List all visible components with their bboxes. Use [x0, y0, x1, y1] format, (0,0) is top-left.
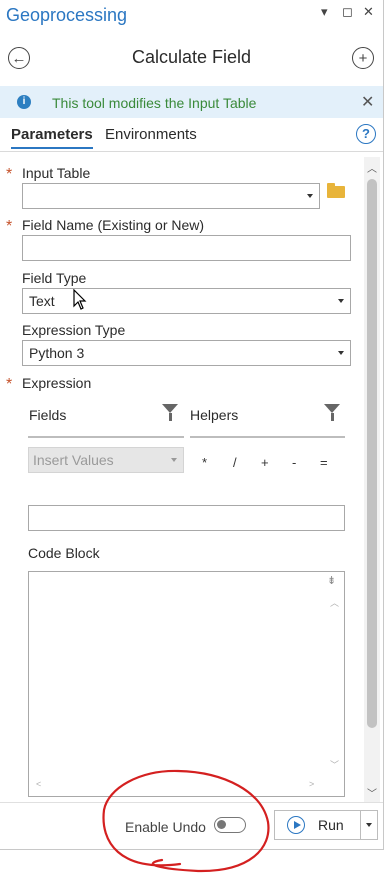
footer-divider — [0, 802, 383, 803]
info-close-icon[interactable]: ✕ — [361, 92, 374, 112]
chevron-down-icon — [338, 351, 344, 355]
code-scroll-up-icon[interactable]: ︿ — [330, 596, 339, 609]
play-icon — [287, 816, 305, 834]
expression-input[interactable] — [28, 505, 345, 531]
code-block-label: Code Block — [28, 545, 100, 561]
tool-title: Calculate Field — [131, 47, 252, 67]
scroll-up-icon[interactable]: ︿ — [367, 160, 377, 175]
expression-type-label: Expression Type — [22, 322, 126, 338]
operator-multiply[interactable]: * — [202, 455, 207, 470]
fields-label: Fields — [29, 407, 67, 423]
input-table-label: Input Table — [22, 165, 91, 181]
operator-minus[interactable]: - — [292, 455, 296, 470]
info-message: This tool modifies the Input Table — [52, 95, 257, 111]
help-icon[interactable]: ? — [356, 124, 376, 144]
required-marker-icon: * — [6, 218, 13, 235]
tab-divider — [0, 151, 383, 152]
chevron-down-icon — [366, 823, 372, 827]
pane-title: Geoprocessing — [6, 5, 128, 25]
helpers-list-divider — [190, 436, 345, 438]
code-scroll-right-icon[interactable]: > — [309, 779, 314, 789]
code-scroll-down-icon[interactable]: ﹀ — [330, 758, 339, 771]
tab-parameters[interactable]: Parameters — [11, 126, 93, 149]
expression-type-value: Python 3 — [29, 345, 85, 361]
code-block-editor[interactable] — [28, 571, 345, 797]
toggle-knob — [217, 820, 226, 829]
run-options-button[interactable] — [360, 810, 378, 840]
split-editor-icon[interactable]: ⇟ — [327, 574, 336, 587]
operator-plus[interactable]: + — [261, 455, 269, 470]
input-table-combo[interactable] — [22, 183, 320, 209]
field-type-value: Text — [29, 293, 55, 309]
field-name-input[interactable] — [22, 235, 351, 261]
fields-list-divider — [28, 436, 184, 438]
scrollbar-thumb[interactable] — [367, 179, 377, 728]
helpers-filter-icon[interactable] — [324, 404, 340, 421]
expression-type-select[interactable]: Python 3 — [22, 340, 351, 366]
enable-undo-toggle[interactable] — [214, 817, 246, 833]
field-type-label: Field Type — [22, 270, 87, 286]
browse-folder-icon[interactable] — [327, 183, 345, 198]
field-type-select[interactable]: Text — [22, 288, 351, 314]
chevron-down-icon — [307, 194, 313, 198]
required-marker-icon: * — [6, 376, 13, 393]
maximize-icon[interactable]: ◻ — [342, 4, 353, 20]
info-icon: i — [17, 95, 31, 109]
chevron-down-icon — [171, 458, 177, 462]
field-name-label: Field Name (Existing or New) — [22, 217, 205, 233]
insert-values-select: Insert Values — [28, 447, 184, 473]
close-pane-icon[interactable]: ✕ — [363, 4, 374, 20]
operator-divide[interactable]: / — [233, 455, 237, 470]
code-scroll-left-icon[interactable]: < — [36, 779, 41, 789]
add-button[interactable]: + — [352, 47, 374, 69]
tab-environments[interactable]: Environments — [105, 126, 197, 143]
run-label: Run — [318, 817, 344, 833]
expression-label: Expression — [22, 375, 92, 391]
scroll-down-icon[interactable]: ﹀ — [367, 785, 377, 800]
insert-values-label: Insert Values — [33, 452, 114, 468]
fields-filter-icon[interactable] — [162, 404, 178, 421]
enable-undo-label: Enable Undo — [125, 819, 206, 835]
helpers-label: Helpers — [190, 407, 239, 423]
add-icon: + — [358, 49, 368, 67]
operator-equals[interactable]: = — [320, 455, 328, 470]
required-marker-icon: * — [6, 166, 13, 183]
chevron-down-icon — [338, 299, 344, 303]
mouse-cursor-icon — [73, 289, 87, 310]
run-button[interactable]: Run — [274, 810, 362, 840]
pane-options-icon[interactable]: ▾ — [321, 4, 328, 20]
